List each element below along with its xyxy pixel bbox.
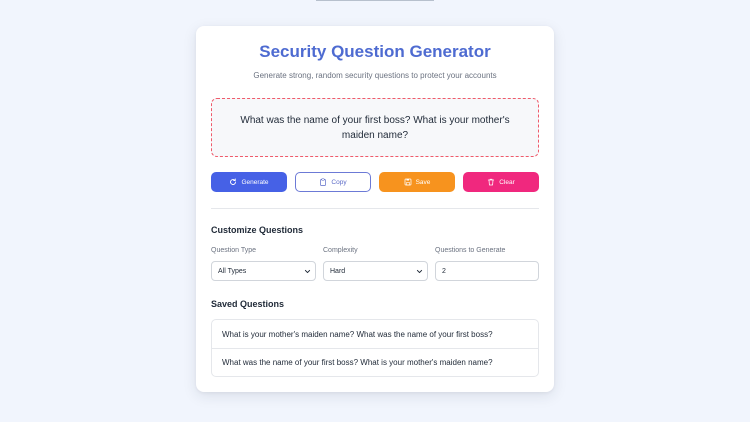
complexity-label: Complexity (323, 247, 358, 254)
copy-button-label: Copy (331, 178, 347, 186)
refresh-icon (230, 178, 237, 185)
generated-question-display: What was the name of your first boss? Wh… (211, 98, 539, 157)
divider (211, 208, 539, 209)
generator-card: Security Question Generator Generate str… (196, 26, 554, 392)
question-type-select[interactable]: All Types (211, 261, 316, 281)
saved-section-title: Saved Questions (211, 299, 285, 309)
saved-question-item[interactable]: What is your mother's maiden name? What … (212, 320, 538, 348)
complexity-value: Hard (330, 267, 346, 275)
clear-button[interactable]: Clear (463, 172, 539, 192)
customize-section-title: Customize Questions (211, 225, 304, 235)
generate-button[interactable]: Generate (211, 172, 287, 192)
copy-button[interactable]: Copy (295, 172, 371, 192)
clipboard-icon (320, 178, 327, 186)
chevron-down-icon (304, 269, 311, 274)
question-type-label: Question Type (211, 247, 257, 254)
page-title: Security Question Generator (259, 42, 491, 61)
generated-question-text: What was the name of your first boss? Wh… (240, 114, 510, 141)
question-count-input[interactable]: 2 (435, 261, 539, 281)
top-decoration-bar (316, 0, 434, 1)
saved-questions-list: What is your mother's maiden name? What … (211, 319, 539, 377)
save-icon (404, 178, 411, 186)
chevron-down-icon (416, 269, 423, 274)
saved-question-item[interactable]: What was the name of your first boss? Wh… (212, 348, 538, 376)
trash-icon (488, 178, 495, 186)
question-count-value: 2 (442, 267, 446, 275)
complexity-select[interactable]: Hard (323, 261, 428, 281)
clear-button-label: Clear (499, 178, 515, 186)
save-button-label: Save (415, 178, 431, 186)
save-button[interactable]: Save (379, 172, 455, 192)
question-type-value: All Types (218, 267, 247, 275)
question-count-label: Questions to Generate (435, 247, 506, 254)
page-subtitle: Generate strong, random security questio… (253, 71, 497, 80)
generate-button-label: Generate (241, 178, 269, 186)
